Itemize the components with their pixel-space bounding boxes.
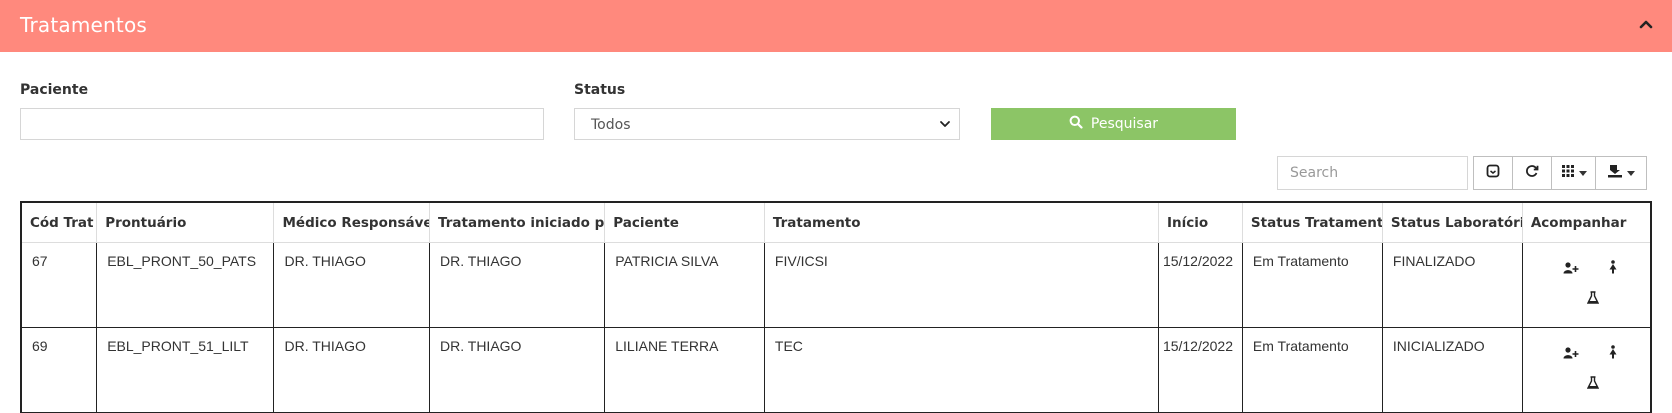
cell-prontuario: EBL_PRONT_51_LILT xyxy=(96,327,275,413)
cell-cod: 69 xyxy=(20,327,98,413)
cell-prontuario: EBL_PRONT_50_PATS xyxy=(96,242,275,328)
cell-acompanhar xyxy=(1522,242,1652,328)
export-icon xyxy=(1607,164,1623,183)
column-header-status-laboratorio[interactable]: Status Laboratório xyxy=(1381,201,1523,243)
table-header-row: Cód Trat Prontuário Médico Responsável T… xyxy=(20,201,1652,243)
add-user-icon[interactable] xyxy=(1563,261,1579,277)
column-header-status-tratamento[interactable]: Status Tratamento xyxy=(1241,201,1383,243)
cell-tratamento: FIV/ICSI xyxy=(764,242,1159,328)
cell-paciente: LILIANE TERRA xyxy=(604,327,765,413)
patient-input[interactable] xyxy=(20,108,544,140)
row-actions xyxy=(1523,243,1649,313)
panel-title: Tratamentos xyxy=(20,13,148,37)
table-toolbar xyxy=(1473,156,1647,190)
status-select-value: Todos xyxy=(591,117,631,133)
search-button-label: Pesquisar xyxy=(1090,116,1159,132)
column-header-inicio[interactable]: Início xyxy=(1157,201,1243,243)
female-icon[interactable] xyxy=(1608,260,1618,277)
chevron-up-icon[interactable] xyxy=(1636,14,1656,34)
cell-tratamento: TEC xyxy=(764,327,1159,413)
column-header-medico[interactable]: Médico Responsável xyxy=(273,201,431,243)
cell-acompanhar xyxy=(1522,327,1652,413)
column-header-tratamento[interactable]: Tratamento xyxy=(763,201,1159,243)
refresh-button[interactable] xyxy=(1512,156,1552,190)
female-icon[interactable] xyxy=(1608,345,1618,362)
patient-label: Paciente xyxy=(20,82,89,98)
chevron-down-icon xyxy=(939,118,951,134)
status-select[interactable]: Todos xyxy=(574,108,960,140)
add-user-icon[interactable] xyxy=(1563,346,1579,362)
column-header-iniciado-por[interactable]: Tratamento iniciado por xyxy=(429,201,606,243)
cell-status-tratamento: Em Tratamento xyxy=(1242,242,1383,328)
cell-iniciado-por: DR. THIAGO xyxy=(429,242,606,328)
column-header-prontuario[interactable]: Prontuário xyxy=(96,201,275,243)
toggle-icon xyxy=(1486,164,1500,183)
search-icon xyxy=(1069,115,1083,133)
cell-medico: DR. THIAGO xyxy=(273,327,431,413)
caret-down-icon xyxy=(1578,170,1587,176)
table-search-input[interactable]: Search xyxy=(1277,156,1468,190)
toggle-view-button[interactable] xyxy=(1473,156,1513,190)
column-header-acompanhar: Acompanhar xyxy=(1521,201,1652,243)
cell-status-tratamento: Em Tratamento xyxy=(1242,327,1383,413)
treatments-table: Cód Trat Prontuário Médico Responsável T… xyxy=(20,201,1652,413)
caret-down-icon xyxy=(1627,170,1635,176)
table-row: 69 EBL_PRONT_51_LILT DR. THIAGO DR. THIA… xyxy=(20,327,1652,413)
cell-status-laboratorio: FINALIZADO xyxy=(1382,242,1523,328)
cell-inicio: 15/12/2022 xyxy=(1158,242,1243,328)
cell-status-laboratorio: INICIALIZADO xyxy=(1382,327,1523,413)
flask-icon[interactable] xyxy=(1586,291,1599,307)
table-search-placeholder: Search xyxy=(1290,165,1339,181)
export-button[interactable] xyxy=(1595,156,1647,190)
column-header-cod[interactable]: Cód Trat xyxy=(20,201,98,243)
flask-icon[interactable] xyxy=(1586,376,1599,392)
table-row: 67 EBL_PRONT_50_PATS DR. THIAGO DR. THIA… xyxy=(20,242,1652,328)
columns-icon xyxy=(1561,164,1575,183)
columns-button[interactable] xyxy=(1551,156,1596,190)
cell-medico: DR. THIAGO xyxy=(273,242,431,328)
row-actions xyxy=(1523,328,1649,398)
column-header-paciente[interactable]: Paciente xyxy=(604,201,765,243)
panel-header: Tratamentos xyxy=(0,0,1672,52)
refresh-icon xyxy=(1525,164,1539,183)
cell-cod: 67 xyxy=(20,242,98,328)
cell-paciente: PATRICIA SILVA xyxy=(604,242,765,328)
search-button[interactable]: Pesquisar xyxy=(991,108,1236,140)
status-label: Status xyxy=(574,82,626,98)
cell-inicio: 15/12/2022 xyxy=(1158,327,1243,413)
cell-iniciado-por: DR. THIAGO xyxy=(429,327,606,413)
